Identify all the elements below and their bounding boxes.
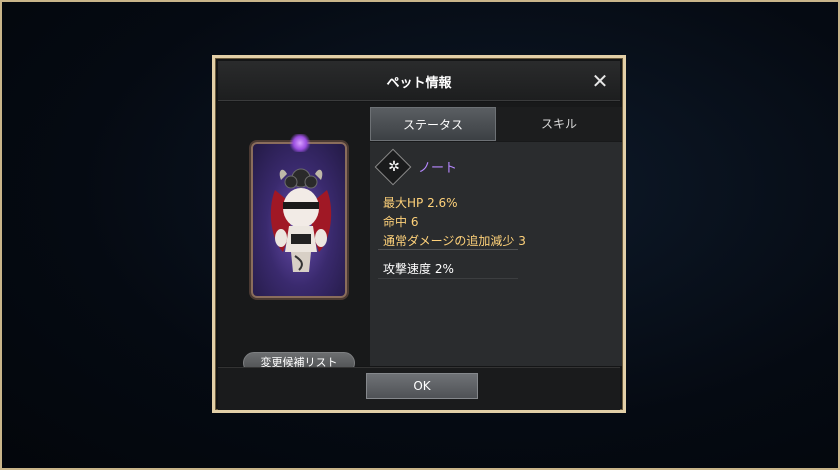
stat-accuracy: 命中 6: [383, 215, 419, 229]
dialog-body: 変更候補リスト ステータス スキル ✲ ノート 最大HP 2.6% 命中 6 通…: [218, 102, 622, 374]
stat-divider: [378, 249, 518, 250]
tab-status[interactable]: ステータス: [370, 107, 496, 141]
close-icon: ✕: [591, 69, 609, 93]
pet-sprite: [270, 168, 332, 272]
pet-info-dialog: ペット情報 ✕ 変更候補リスト ステータス スキル ✲ ノート 最大HP 2.6…: [212, 55, 626, 413]
shadow-element-icon: ✲: [388, 159, 400, 175]
dialog-footer: OK: [218, 367, 620, 410]
stat-divider-bottom: [378, 278, 518, 279]
close-button[interactable]: ✕: [590, 69, 610, 93]
dialog-titlebar: ペット情報 ✕: [218, 61, 620, 105]
dialog-title: ペット情報: [386, 76, 452, 91]
tab-bar: ステータス スキル: [370, 107, 622, 141]
stat-max-hp: 最大HP 2.6%: [383, 196, 458, 210]
gem-icon: [289, 134, 311, 152]
stats-panel: ✲ ノート 最大HP 2.6% 命中 6 通常ダメージの追加減少 3 攻撃速度 …: [370, 142, 622, 366]
pet-portrait-card: [251, 134, 347, 298]
stat-attack-speed: 攻撃速度 2%: [383, 262, 454, 276]
pet-name: ノート: [418, 161, 458, 176]
tab-skill[interactable]: スキル: [496, 107, 622, 141]
ok-button[interactable]: OK: [366, 373, 478, 399]
stat-damage-reduction: 通常ダメージの追加減少 3: [383, 234, 526, 248]
